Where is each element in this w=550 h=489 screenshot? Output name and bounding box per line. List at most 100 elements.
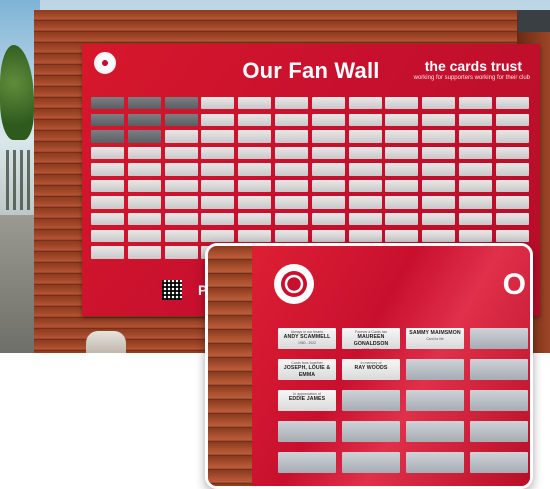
name-plate [274, 163, 308, 176]
name-plate [91, 229, 124, 243]
name-plate [127, 213, 161, 226]
plate-date: 1960 - 2022 [297, 341, 317, 345]
name-plate [348, 196, 382, 209]
blank-plate [406, 390, 464, 411]
name-plate [458, 213, 492, 226]
inset-plate-grid: Always in our hearts ANDY SCAMMELL 1960 - … [278, 328, 528, 473]
name-plate [495, 179, 529, 193]
memorial-plate: Cards fans together JOSEPH, LOUIE & EMMA [278, 359, 336, 380]
name-plate [385, 113, 419, 126]
name-plate [164, 97, 198, 110]
name-plate [164, 246, 198, 259]
blank-plate [278, 452, 336, 473]
blank-plate [342, 452, 400, 473]
name-plate [422, 229, 456, 243]
name-plate [348, 213, 382, 226]
plate-name: JOSEPH, LOUIE & EMMA [283, 365, 331, 378]
name-plate [422, 97, 456, 110]
name-plate [127, 229, 161, 243]
name-plate [201, 113, 235, 126]
name-plate [164, 229, 198, 243]
name-plate [348, 97, 382, 110]
fence [6, 150, 36, 210]
trust-logo-text: the cards trust [424, 58, 522, 74]
blank-plate [470, 421, 528, 442]
name-plate [201, 163, 235, 176]
name-plate [311, 97, 345, 110]
name-plate [385, 97, 419, 110]
name-plate [495, 146, 529, 160]
name-plate [422, 113, 456, 126]
name-plate [238, 130, 272, 143]
name-plate [127, 130, 161, 143]
qr-code-icon [162, 280, 182, 300]
name-plate [385, 196, 419, 209]
pipe [86, 331, 126, 353]
blank-plate [342, 390, 400, 411]
memorial-plate: SAMMY MAIMSMON Card for life [406, 328, 464, 349]
blank-plate [278, 421, 336, 442]
name-plate [127, 179, 161, 193]
name-plate [91, 113, 124, 126]
name-plate [201, 146, 235, 160]
name-plate [495, 130, 529, 143]
name-plate [164, 130, 198, 143]
name-plate [348, 179, 382, 193]
name-plate [274, 229, 308, 243]
name-plate [311, 213, 345, 226]
roof-strip [518, 10, 550, 32]
name-plate [311, 196, 345, 209]
name-plate [91, 213, 124, 226]
name-plate [201, 130, 235, 143]
name-plate [422, 179, 456, 193]
name-plate [201, 179, 235, 193]
name-plate [91, 130, 124, 143]
blank-plate [406, 452, 464, 473]
memorial-plate: Forever a Cards fanMAUREEN GONALDSON1936… [342, 328, 400, 349]
name-plate [495, 163, 529, 176]
name-plate [495, 196, 529, 209]
name-plate [458, 113, 492, 126]
name-plate [164, 179, 198, 193]
name-plate [201, 196, 235, 209]
name-plate [164, 113, 198, 126]
blank-plate [470, 452, 528, 473]
blank-plate [470, 359, 528, 380]
name-plate [385, 179, 419, 193]
name-plate [238, 179, 272, 193]
blank-plate [406, 359, 464, 380]
name-plate [385, 163, 419, 176]
name-plate [348, 163, 382, 176]
name-plate [348, 146, 382, 160]
name-plate [495, 229, 529, 243]
plate-name: RAY WOODS [354, 365, 388, 371]
name-plate [311, 179, 345, 193]
name-plate [495, 97, 529, 110]
name-plate [311, 146, 345, 160]
name-plate [91, 179, 124, 193]
name-plate [348, 130, 382, 143]
name-plate [91, 196, 124, 209]
blank-plate [342, 421, 400, 442]
name-plate [127, 163, 161, 176]
name-plate [91, 163, 124, 176]
blank-plate [470, 328, 528, 349]
club-crest-icon [274, 264, 314, 304]
name-plate [127, 97, 161, 110]
name-plate [274, 146, 308, 160]
name-plate [164, 196, 198, 209]
name-plate [164, 213, 198, 226]
name-plate [274, 113, 308, 126]
name-plate [127, 196, 161, 209]
name-plate [201, 213, 235, 226]
name-plate [458, 179, 492, 193]
memorial-plate: Always in our hearts ANDY SCAMMELL 1960 - … [278, 328, 336, 349]
name-plate [274, 213, 308, 226]
plate-name: MAUREEN GONALDSON [353, 334, 389, 347]
name-plate [458, 146, 492, 160]
name-plate [348, 113, 382, 126]
name-plate [458, 130, 492, 143]
inset-panel: O Always in our hearts ANDY SCAMMELL 1960 … [252, 246, 530, 486]
name-plate [458, 163, 492, 176]
name-plate [127, 146, 161, 160]
